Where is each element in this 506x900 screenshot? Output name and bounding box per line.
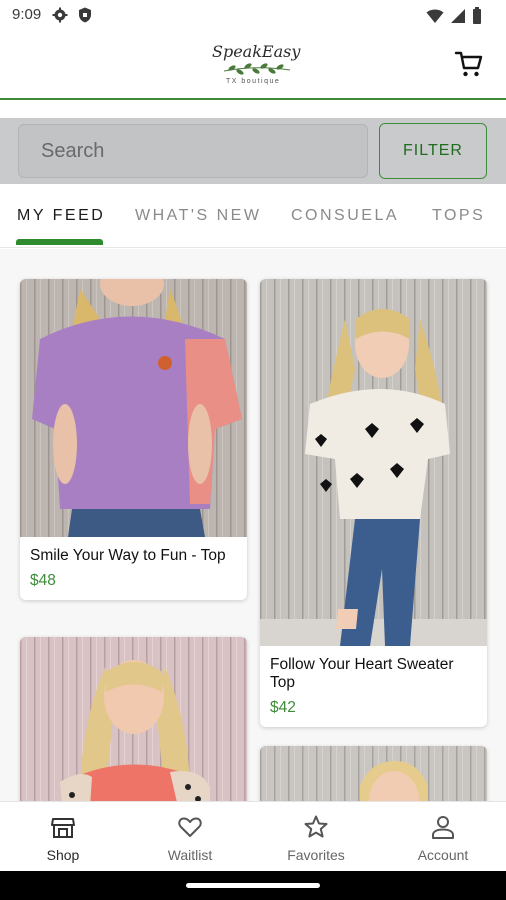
product-price: $42 bbox=[270, 699, 296, 716]
cart-button[interactable] bbox=[454, 49, 484, 79]
product-card[interactable]: Smile Your Way to Fun - Top $48 bbox=[20, 279, 247, 600]
system-gesture-bar bbox=[0, 871, 506, 900]
product-image[interactable] bbox=[260, 279, 487, 646]
nav-waitlist[interactable]: Waitlist bbox=[127, 802, 253, 872]
nav-account-label: Account bbox=[417, 847, 469, 863]
product-image[interactable] bbox=[20, 279, 247, 537]
product-card[interactable]: Follow Your Heart Sweater Top $42 bbox=[260, 279, 487, 727]
tab-my-feed[interactable]: MY FEED bbox=[17, 207, 105, 225]
product-card[interactable] bbox=[260, 746, 487, 801]
logo-script-text: SpeakEasy bbox=[212, 42, 301, 61]
person-icon bbox=[432, 816, 454, 839]
battery-icon bbox=[473, 7, 481, 24]
status-bar: 9:09 bbox=[0, 0, 506, 32]
tab-consuela[interactable]: CONSUELA bbox=[291, 207, 399, 225]
nav-shop-label: Shop bbox=[46, 847, 80, 863]
nav-shop[interactable]: Shop bbox=[0, 802, 126, 872]
filter-button[interactable]: FILTER bbox=[379, 123, 487, 179]
logo-subtext: TX boutique bbox=[226, 78, 281, 85]
active-tab-indicator bbox=[16, 239, 103, 245]
shield-icon bbox=[79, 7, 91, 23]
tab-tops[interactable]: TOPS bbox=[432, 207, 485, 225]
search-bar-area: FILTER bbox=[0, 118, 506, 184]
product-card[interactable] bbox=[20, 637, 247, 801]
category-tabs: MY FEED WHAT'S NEW CONSUELA TOPS bbox=[0, 186, 506, 248]
star-icon bbox=[304, 815, 328, 838]
settings-gear-icon bbox=[52, 7, 68, 23]
nav-favorites[interactable]: Favorites bbox=[253, 802, 379, 872]
product-title[interactable]: Follow Your Heart Sweater Top bbox=[260, 646, 487, 692]
bottom-navigation: Shop Waitlist Favorites Account bbox=[0, 801, 506, 871]
product-photo-illustration bbox=[260, 746, 487, 801]
home-gesture-handle[interactable] bbox=[186, 883, 320, 888]
product-image[interactable] bbox=[260, 746, 487, 801]
leaf-vine-icon bbox=[223, 63, 291, 75]
shop-icon bbox=[51, 818, 75, 838]
coral-top-photo-illustration bbox=[20, 637, 247, 801]
product-image[interactable] bbox=[20, 637, 247, 801]
nav-favorites-label: Favorites bbox=[287, 847, 345, 863]
status-time: 9:09 bbox=[12, 6, 42, 23]
boutique-logo[interactable]: SpeakEasy TX boutique bbox=[208, 38, 300, 92]
purple-top-photo-illustration bbox=[20, 279, 247, 537]
shopping-cart-icon bbox=[454, 51, 483, 77]
product-title[interactable]: Smile Your Way to Fun - Top bbox=[20, 537, 247, 565]
heart-icon bbox=[178, 817, 202, 837]
search-input[interactable] bbox=[18, 124, 368, 178]
heart-sweater-photo-illustration bbox=[260, 279, 487, 646]
wifi-icon bbox=[426, 9, 444, 23]
signal-icon bbox=[451, 8, 465, 23]
nav-account[interactable]: Account bbox=[380, 802, 506, 872]
app-header: SpeakEasy TX boutique bbox=[0, 32, 506, 100]
nav-waitlist-label: Waitlist bbox=[167, 847, 213, 863]
tab-whats-new[interactable]: WHAT'S NEW bbox=[135, 207, 261, 225]
product-price: $48 bbox=[30, 572, 56, 589]
product-feed[interactable]: Smile Your Way to Fun - Top $48 Follow Y… bbox=[0, 249, 506, 801]
